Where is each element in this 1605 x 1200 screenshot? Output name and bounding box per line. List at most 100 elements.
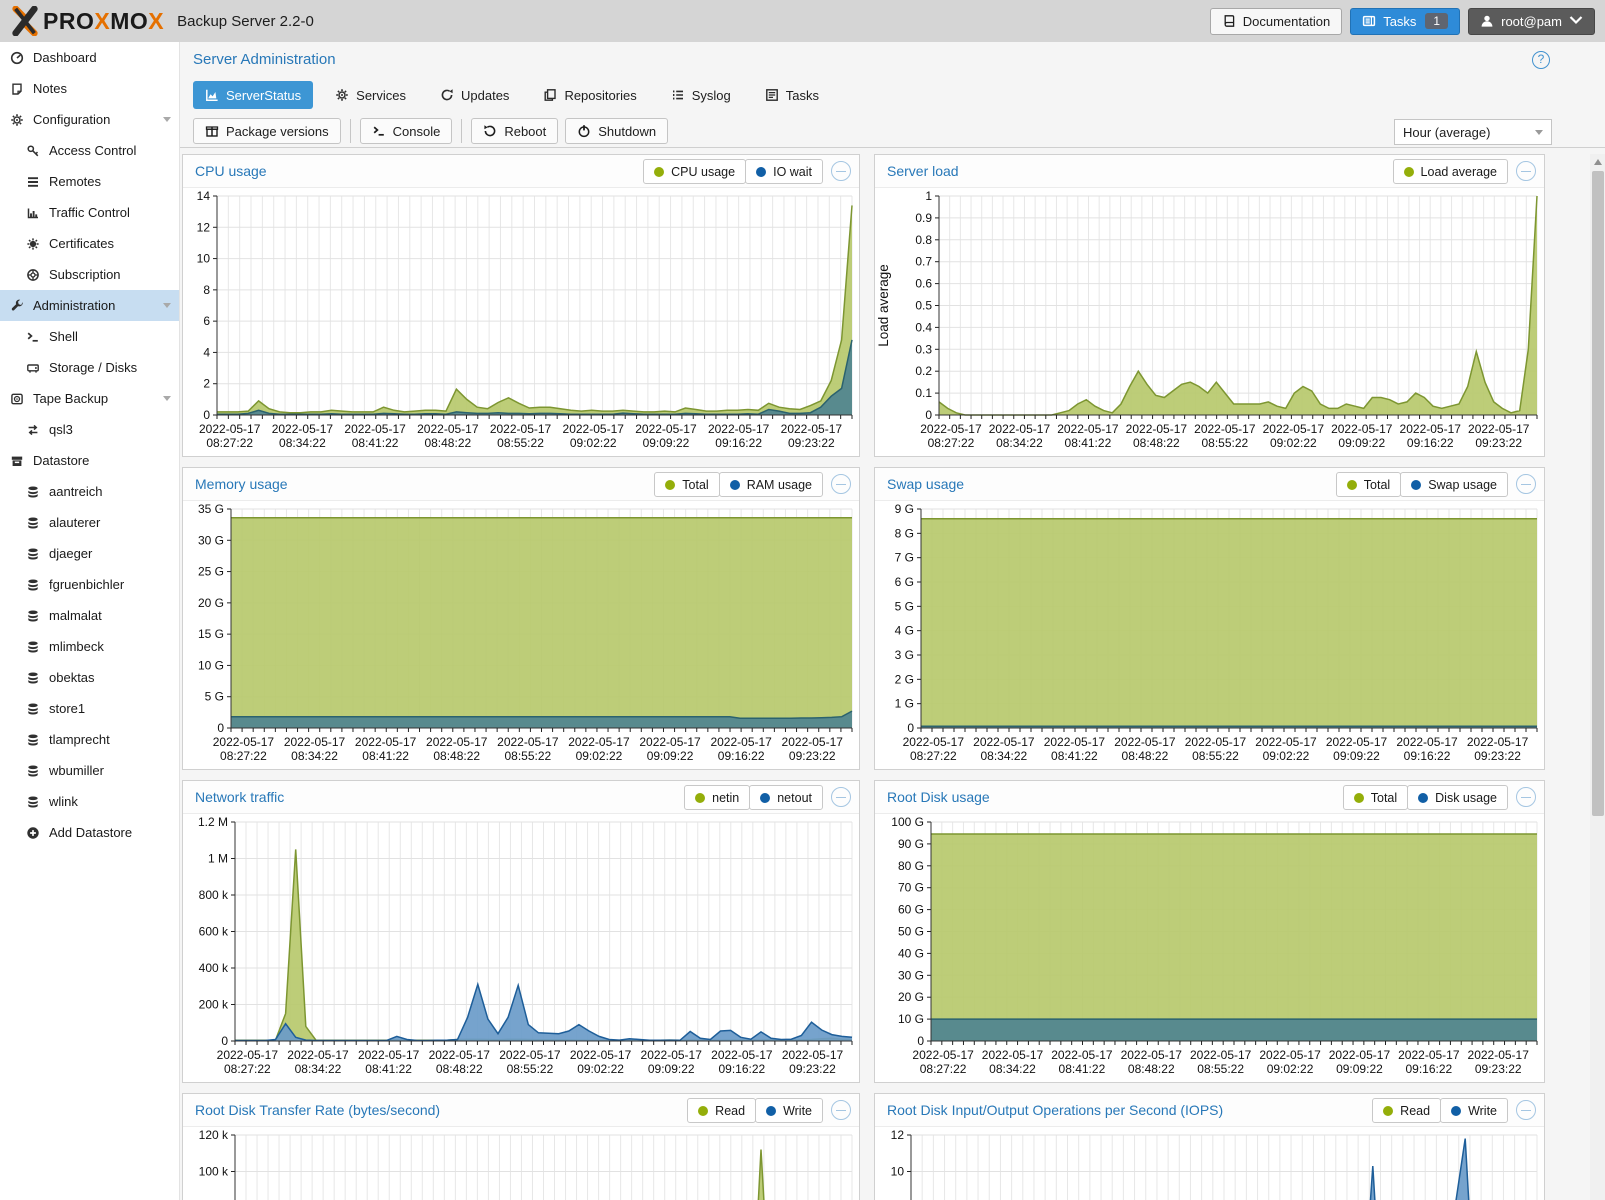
sidebar-item-notes[interactable]: Notes [0, 73, 179, 104]
legend-write[interactable]: Write [755, 1098, 823, 1123]
svg-text:08:48:22: 08:48:22 [1128, 1062, 1175, 1076]
svg-text:08:27:22: 08:27:22 [910, 749, 957, 763]
sidebar-item-wbumiller[interactable]: wbumiller [0, 755, 179, 786]
sidebar-item-label: Notes [33, 81, 67, 96]
collapse-panel-icon[interactable] [1516, 787, 1536, 807]
legend-label: CPU usage [671, 165, 735, 179]
sidebar-item-administration[interactable]: Administration [0, 290, 179, 321]
legend-netin[interactable]: netin [684, 785, 750, 810]
tab-serverstatus[interactable]: ServerStatus [193, 81, 313, 109]
sidebar-item-fgruenbichler[interactable]: fgruenbichler [0, 569, 179, 600]
sidebar-item-traffic-control[interactable]: Traffic Control [0, 197, 179, 228]
console-button[interactable]: Console [360, 118, 453, 144]
sidebar-item-access-control[interactable]: Access Control [0, 135, 179, 166]
tab-updates[interactable]: Updates [428, 81, 521, 109]
scrollbar[interactable] [1590, 154, 1605, 1200]
legend-total[interactable]: Total [1343, 785, 1408, 810]
sidebar-item-label: Dashboard [33, 50, 97, 65]
svg-text:1 G: 1 G [895, 697, 914, 711]
tab-label: Syslog [692, 88, 731, 103]
sidebar-item-qsl3[interactable]: qsl3 [0, 414, 179, 445]
datastore-icon [10, 454, 24, 468]
toolbar: Package versions Console Reboot Shutdown [180, 115, 1605, 148]
timeframe-select[interactable]: Hour (average) [1394, 119, 1552, 145]
legend-swap-usage[interactable]: Swap usage [1400, 472, 1508, 497]
scroll-up-arrow[interactable] [1594, 159, 1602, 165]
serverstatus-icon [205, 88, 219, 102]
sidebar-item-storage-disks[interactable]: Storage / Disks [0, 352, 179, 383]
package-versions-button[interactable]: Package versions [193, 118, 341, 144]
svg-text:2022-05-17: 2022-05-17 [1263, 422, 1325, 436]
legend-netout[interactable]: netout [749, 785, 823, 810]
svg-text:08:34:22: 08:34:22 [291, 749, 338, 763]
sidebar-item-djaeger[interactable]: djaeger [0, 538, 179, 569]
tasks-button[interactable]: Tasks 1 [1350, 8, 1460, 35]
svg-text:20 G: 20 G [198, 596, 224, 610]
sidebar-item-store1[interactable]: store1 [0, 693, 179, 724]
sidebar-item-tape-backup[interactable]: Tape Backup [0, 383, 179, 414]
chevron-down-icon [1569, 14, 1583, 28]
sidebar-item-datastore[interactable]: Datastore [0, 445, 179, 476]
copy-icon [543, 88, 557, 102]
chevron-down-icon [1535, 130, 1543, 135]
legend-cpu-usage[interactable]: CPU usage [643, 159, 746, 184]
sidebar-item-obektas[interactable]: obektas [0, 662, 179, 693]
sidebar-item-alauterer[interactable]: alauterer [0, 507, 179, 538]
sidebar-item-label: aantreich [49, 484, 102, 499]
collapse-panel-icon[interactable] [831, 474, 851, 494]
sidebar-item-label: wlink [49, 794, 78, 809]
user-menu-button[interactable]: root@pam [1468, 8, 1595, 35]
sidebar-item-subscription[interactable]: Subscription [0, 259, 179, 290]
svg-text:12: 12 [891, 1128, 905, 1142]
sidebar-item-shell[interactable]: Shell [0, 321, 179, 352]
tasklist-icon [765, 88, 779, 102]
sidebar-item-add-datastore[interactable]: Add Datastore [0, 817, 179, 848]
tab-tasks[interactable]: Tasks [753, 81, 831, 109]
sidebar-item-aantreich[interactable]: aantreich [0, 476, 179, 507]
tab-services[interactable]: Services [323, 81, 418, 109]
help-icon[interactable]: ? [1532, 51, 1550, 69]
shutdown-button[interactable]: Shutdown [565, 118, 668, 144]
sidebar-item-configuration[interactable]: Configuration [0, 104, 179, 135]
legend-load-average[interactable]: Load average [1393, 159, 1508, 184]
svg-text:2022-05-17: 2022-05-17 [708, 422, 770, 436]
sidebar-item-mlimbeck[interactable]: mlimbeck [0, 631, 179, 662]
sidebar-item-tlamprecht[interactable]: tlamprecht [0, 724, 179, 755]
legend-total[interactable]: Total [1336, 472, 1401, 497]
documentation-button[interactable]: Documentation [1210, 8, 1342, 35]
tab-repositories[interactable]: Repositories [531, 81, 648, 109]
list-icon [671, 88, 685, 102]
legend-disk-usage[interactable]: Disk usage [1407, 785, 1508, 810]
collapse-panel-icon[interactable] [1516, 474, 1536, 494]
legend-io-wait[interactable]: IO wait [745, 159, 823, 184]
sidebar-item-dashboard[interactable]: Dashboard [0, 42, 179, 73]
panel-root-disk-transfer-rate: Root Disk Transfer Rate (bytes/second)Re… [182, 1093, 860, 1200]
legend-write[interactable]: Write [1440, 1098, 1508, 1123]
legend-read[interactable]: Read [687, 1098, 756, 1123]
sidebar-item-wlink[interactable]: wlink [0, 786, 179, 817]
scrollbar-thumb[interactable] [1592, 171, 1604, 816]
collapse-panel-icon[interactable] [831, 787, 851, 807]
legend-label: RAM usage [747, 478, 812, 492]
collapse-panel-icon[interactable] [831, 1100, 851, 1120]
svg-text:09:09:22: 09:09:22 [647, 749, 694, 763]
panel-network-traffic: Network trafficnetinnetout1.2 M1 M800 k6… [182, 780, 860, 1083]
root-disk-iops-chart: 1210864202022-05-1708:27:222022-05-1708:… [875, 1127, 1544, 1200]
sidebar-item-label: Storage / Disks [49, 360, 137, 375]
collapse-panel-icon[interactable] [1516, 161, 1536, 181]
panel-title-memory-usage: Memory usage [195, 476, 288, 492]
reboot-button[interactable]: Reboot [471, 118, 558, 144]
sidebar-item-remotes[interactable]: Remotes [0, 166, 179, 197]
legend-ram-usage[interactable]: RAM usage [719, 472, 823, 497]
collapse-panel-icon[interactable] [831, 161, 851, 181]
collapse-panel-icon[interactable] [1516, 1100, 1536, 1120]
svg-text:2022-05-17: 2022-05-17 [781, 422, 843, 436]
svg-text:09:02:22: 09:02:22 [570, 436, 617, 450]
legend-total[interactable]: Total [654, 472, 719, 497]
svg-text:2022-05-17: 2022-05-17 [1057, 422, 1119, 436]
svg-text:09:09:22: 09:09:22 [1333, 749, 1380, 763]
sidebar-item-malmalat[interactable]: malmalat [0, 600, 179, 631]
sidebar-item-certificates[interactable]: Certificates [0, 228, 179, 259]
legend-read[interactable]: Read [1372, 1098, 1441, 1123]
tab-syslog[interactable]: Syslog [659, 81, 743, 109]
